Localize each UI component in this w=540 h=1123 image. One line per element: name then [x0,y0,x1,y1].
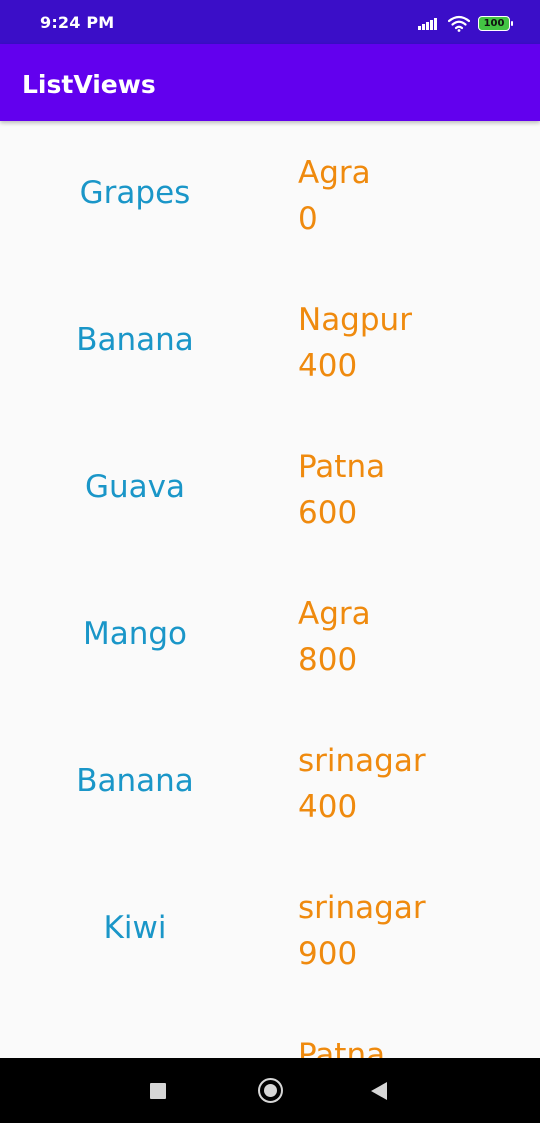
city-name: Nagpur [298,302,412,338]
list-item[interactable]: Patna [0,1003,540,1058]
fruit-name: Banana [76,763,194,799]
status-time: 9:24 PM [40,13,115,32]
list-item[interactable]: Grapes Agra 0 [0,121,540,268]
amount: 0 [298,201,318,237]
fruit-name: Guava [84,469,185,505]
app-bar: ListViews [0,44,540,121]
list-item[interactable]: Kiwi srinagar 900 [0,856,540,1003]
page-title: ListViews [22,70,156,99]
fruit-name: Kiwi [103,910,167,946]
fruit-name: Grapes [79,175,191,211]
city-name: srinagar [298,890,426,926]
status-bar: 9:24 PM 100 [0,0,540,44]
battery-icon: 100 [478,15,513,31]
battery-level: 100 [483,17,505,29]
amount: 400 [298,789,358,825]
list-item[interactable]: Mango Agra 800 [0,562,540,709]
fruit-list[interactable]: Grapes Agra 0 Banana Nagpur 400 Guava Pa… [0,121,540,1058]
back-icon[interactable] [371,1082,387,1100]
amount: 900 [298,936,358,972]
city-name: Agra [298,155,371,191]
city-name: srinagar [298,743,426,779]
wifi-icon [448,15,470,32]
signal-icon [418,16,438,30]
list-item[interactable]: Banana srinagar 400 [0,709,540,856]
fruit-name: Mango [82,616,188,652]
city-name: Agra [298,596,371,632]
amount: 800 [298,642,358,678]
list-item[interactable]: Banana Nagpur 400 [0,268,540,415]
fruit-name: Banana [76,322,194,358]
city-name: Patna [298,1037,386,1058]
city-name: Patna [298,449,386,485]
navigation-bar [0,1058,540,1123]
home-icon[interactable] [258,1078,283,1103]
recents-icon[interactable] [150,1083,166,1099]
amount: 400 [298,348,358,384]
status-icons: 100 [418,14,513,32]
list-item[interactable]: Guava Patna 600 [0,415,540,562]
amount: 600 [298,495,358,531]
